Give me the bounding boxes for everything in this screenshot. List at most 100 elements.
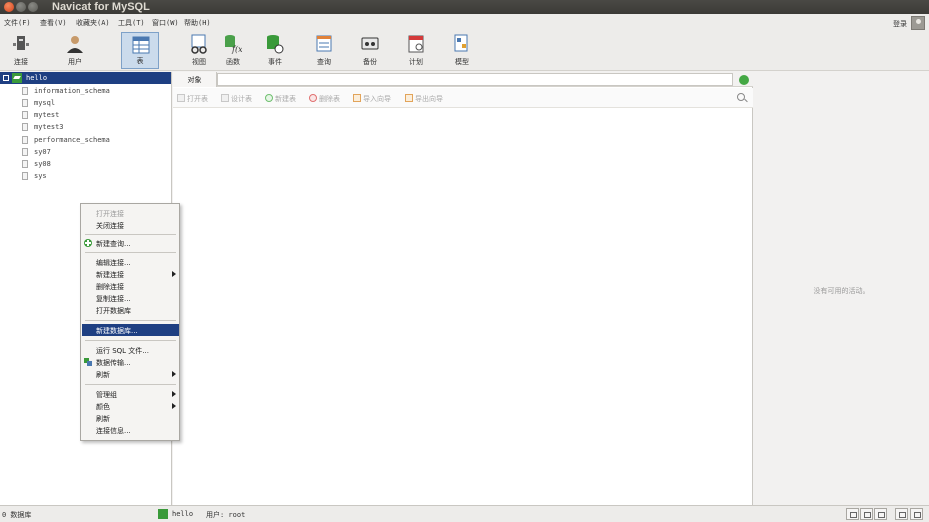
tree-database[interactable]: performance_schema (0, 134, 171, 146)
toolbar-model-button[interactable]: 模型 (443, 32, 481, 69)
tree-database[interactable]: sy08 (0, 158, 171, 170)
close-window-icon[interactable] (4, 2, 14, 12)
toolbar-query-button[interactable]: 查询 (305, 32, 343, 69)
maximize-window-icon[interactable] (28, 2, 38, 12)
connection-icon (13, 36, 29, 50)
toolbar-connection-button[interactable]: 连接 (2, 32, 40, 69)
menu-tools[interactable]: 工具(T) (118, 18, 145, 28)
new-table-button[interactable]: 新建表 (265, 94, 296, 104)
menu-item-label: 打开数据库 (96, 307, 131, 315)
panel-right-icon[interactable] (910, 508, 923, 520)
menu-open-database[interactable]: 打开数据库 (82, 304, 179, 316)
tree-database[interactable]: mytest (0, 109, 171, 121)
database-icon (22, 87, 28, 95)
menu-manage-group[interactable]: 管理组 (82, 388, 179, 400)
toolbar-function-button[interactable]: f(x) 函数 (214, 32, 252, 69)
minimize-window-icon[interactable] (16, 2, 26, 12)
list-view-icon[interactable] (846, 508, 859, 520)
toolbar-view-button[interactable]: 视图 (180, 32, 218, 69)
submenu-arrow-icon (172, 371, 176, 377)
database-icon (22, 136, 28, 144)
menu-new-query[interactable]: 新建查询... (82, 237, 179, 249)
import-wizard-button[interactable]: 导入向导 (353, 94, 391, 104)
menu-new-connection[interactable]: 新建连接 (82, 268, 179, 280)
user-icon (67, 36, 83, 53)
menu-separator (85, 320, 176, 321)
login-button[interactable]: 登录 (893, 19, 907, 29)
import-wizard-label: 导入向导 (363, 95, 391, 103)
menu-open-connection[interactable]: 打开连接 (82, 207, 179, 219)
open-table-button[interactable]: 打开表 (177, 94, 208, 104)
collapse-icon[interactable] (3, 75, 9, 81)
tree-database[interactable]: mytest3 (0, 121, 171, 133)
toolbar-table-button[interactable]: 表 (121, 32, 159, 69)
menu-item-label: 刷新 (96, 371, 110, 379)
database-icon (22, 172, 28, 180)
menu-close-connection[interactable]: 关闭连接 (82, 219, 179, 231)
design-table-button[interactable]: 设计表 (221, 94, 252, 104)
menu-help[interactable]: 帮助(H) (184, 18, 211, 28)
toolbar-backup-button[interactable]: 备份 (351, 32, 389, 69)
object-filter-input[interactable] (217, 73, 733, 86)
delete-table-button[interactable]: 删除表 (309, 94, 340, 104)
new-table-icon (265, 94, 273, 102)
menu-item-label: 新建查询... (96, 240, 131, 248)
new-query-icon (84, 239, 92, 247)
menu-item-label: 关闭连接 (96, 222, 124, 230)
toolbar-event-button[interactable]: 事件 (256, 32, 294, 69)
er-view-icon[interactable] (874, 508, 887, 520)
toolbar-schedule-button[interactable]: 计划 (397, 32, 435, 69)
database-icon (22, 123, 28, 131)
menu-item-label: 打开连接 (96, 210, 124, 218)
menu-separator (85, 384, 176, 385)
backup-icon (361, 37, 379, 50)
menu-item-label: 管理组 (96, 391, 117, 399)
delete-table-icon (309, 94, 317, 102)
schedule-icon (408, 35, 424, 53)
toolbar-user-button[interactable]: 用户 (56, 32, 94, 69)
function-icon: f(x) (225, 35, 242, 54)
table-icon (132, 36, 150, 54)
data-transfer-icon (84, 358, 92, 366)
tree-connection-hello[interactable]: hello (0, 72, 171, 84)
database-icon (22, 111, 28, 119)
tree-item-label: mytest (34, 111, 60, 119)
menu-favorites[interactable]: 收藏夹(A) (76, 18, 110, 28)
detail-view-icon[interactable] (860, 508, 873, 520)
menu-connection-info[interactable]: 连接信息... (82, 424, 179, 436)
menu-item-label: 颜色 (96, 403, 110, 411)
menu-item-label: 运行 SQL 文件... (96, 347, 149, 355)
activity-panel: 没有可用的活动。 (754, 72, 929, 505)
tree-database[interactable]: sy07 (0, 146, 171, 158)
menu-refresh-submenu[interactable]: 刷新 (82, 368, 179, 380)
open-table-label: 打开表 (187, 95, 208, 103)
menu-duplicate-connection[interactable]: 复制连接... (82, 292, 179, 304)
tree-database[interactable]: mysql (0, 97, 171, 109)
menu-file[interactable]: 文件(F) (4, 18, 31, 28)
menu-run-sql-file[interactable]: 运行 SQL 文件... (82, 344, 179, 356)
avatar-icon[interactable] (911, 16, 925, 30)
tree-item-label: performance_schema (34, 136, 110, 144)
export-wizard-label: 导出向导 (415, 95, 443, 103)
tree-item-label: hello (26, 74, 48, 82)
tree-database[interactable]: sys (0, 170, 171, 182)
menu-window[interactable]: 窗口(W) (152, 18, 179, 28)
menu-data-transfer[interactable]: 数据传输... (82, 356, 179, 368)
search-icon[interactable] (737, 93, 745, 101)
menu-new-database[interactable]: 新建数据库... (82, 324, 179, 336)
tab-objects[interactable]: 对象 (173, 72, 217, 87)
menu-refresh[interactable]: 刷新 (82, 412, 179, 424)
menu-view[interactable]: 查看(V) (40, 18, 67, 28)
menu-edit-connection[interactable]: 编辑连接... (82, 256, 179, 268)
panel-left-icon[interactable] (895, 508, 908, 520)
window-titlebar: Navicat for MySQL (0, 0, 929, 14)
refresh-icon[interactable] (739, 75, 749, 85)
menu-color[interactable]: 颜色 (82, 400, 179, 412)
menu-delete-connection[interactable]: 删除连接 (82, 280, 179, 292)
toolbar-label: 视图 (192, 58, 206, 66)
view-icon (191, 34, 207, 54)
menu-separator (85, 252, 176, 253)
tree-database[interactable]: information_schema (0, 85, 171, 97)
menu-item-label: 编辑连接... (96, 259, 131, 267)
export-wizard-button[interactable]: 导出向导 (405, 94, 443, 104)
